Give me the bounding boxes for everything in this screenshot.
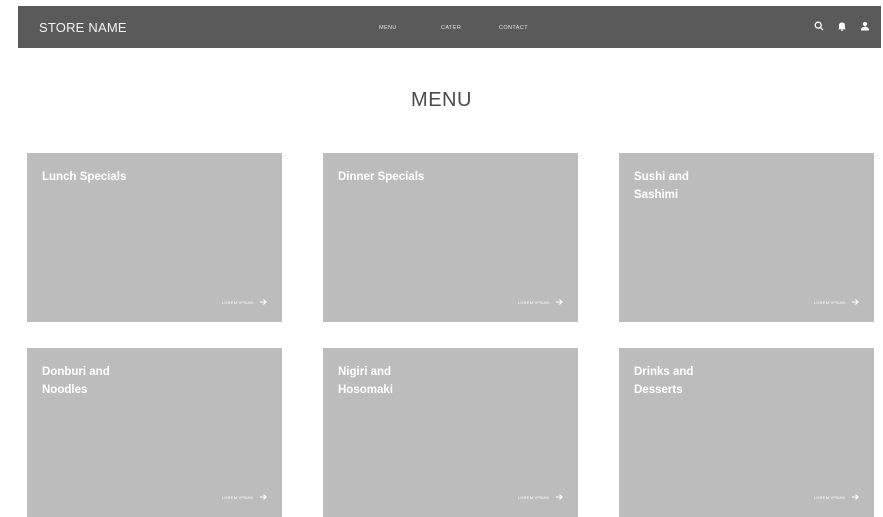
- card-link[interactable]: LOREM IPSUM: [518, 299, 563, 305]
- bell-icon[interactable]: [836, 19, 848, 33]
- user-icon[interactable]: [859, 19, 871, 33]
- category-card-sushi-sashimi[interactable]: Sushi and Sashimi LOREM IPSUM: [619, 153, 874, 322]
- card-title: Dinner Specials: [338, 171, 425, 183]
- arrow-right-icon: [852, 299, 859, 305]
- arrow-right-icon: [556, 494, 563, 500]
- card-title: Sushi and Sashimi: [634, 171, 689, 201]
- arrow-right-icon: [260, 299, 267, 305]
- arrow-right-icon: [852, 494, 859, 500]
- nav-icon-group: [813, 19, 871, 33]
- page-title: MENU: [411, 89, 472, 111]
- card-title: Lunch Specials: [42, 171, 127, 183]
- search-icon[interactable]: [813, 19, 825, 33]
- card-link[interactable]: LOREM IPSUM: [222, 494, 267, 500]
- card-link[interactable]: LOREM IPSUM: [814, 494, 859, 500]
- arrow-right-icon: [260, 494, 267, 500]
- card-link-label: LOREM IPSUM: [517, 299, 549, 305]
- card-title: Drinks and Desserts: [634, 366, 694, 396]
- category-card-nigiri-hosomaki[interactable]: Nigiri and Hosomaki LOREM IPSUM: [323, 348, 578, 517]
- main-nav: MENU CATER CONTACT: [379, 25, 559, 31]
- card-link[interactable]: LOREM IPSUM: [222, 299, 267, 305]
- menu-category-grid: Lunch Specials LOREM IPSUM Dinner Specia…: [27, 153, 874, 517]
- card-link-label: LOREM IPSUM: [813, 299, 845, 305]
- store-name-logo[interactable]: STORE NAME: [39, 20, 127, 35]
- card-link[interactable]: LOREM IPSUM: [814, 299, 859, 305]
- arrow-right-icon: [556, 299, 563, 305]
- top-navbar: STORE NAME MENU CATER CONTACT: [18, 6, 881, 48]
- nav-link-contact[interactable]: CONTACT: [499, 25, 559, 31]
- category-card-drinks-desserts[interactable]: Drinks and Desserts LOREM IPSUM: [619, 348, 874, 517]
- card-title: Donburi and Noodles: [42, 366, 110, 396]
- card-title: Nigiri and Hosomaki: [338, 366, 393, 396]
- card-link[interactable]: LOREM IPSUM: [518, 494, 563, 500]
- category-card-donburi-noodles[interactable]: Donburi and Noodles LOREM IPSUM: [27, 348, 282, 517]
- nav-link-menu[interactable]: MENU: [379, 25, 441, 31]
- card-link-label: LOREM IPSUM: [813, 494, 845, 500]
- category-card-dinner-specials[interactable]: Dinner Specials LOREM IPSUM: [323, 153, 578, 322]
- category-card-lunch-specials[interactable]: Lunch Specials LOREM IPSUM: [27, 153, 282, 322]
- card-link-label: LOREM IPSUM: [221, 494, 253, 500]
- card-link-label: LOREM IPSUM: [517, 494, 549, 500]
- nav-link-cater[interactable]: CATER: [441, 25, 499, 31]
- card-link-label: LOREM IPSUM: [221, 299, 253, 305]
